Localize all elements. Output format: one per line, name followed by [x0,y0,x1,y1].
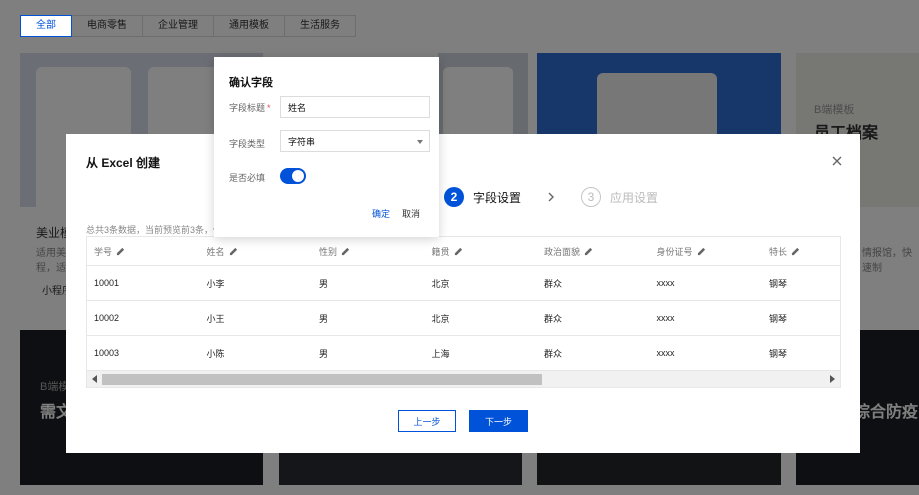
scroll-right-arrow-icon[interactable] [830,375,835,383]
required-label: 是否必填 [229,173,266,183]
field-type-value: 字符串 [288,136,316,147]
edit-icon[interactable] [584,247,593,256]
column-header[interactable]: 特长 [762,237,840,265]
table-cell: 群众 [544,278,563,289]
table-row: 10001 小李 男 北京 群众 xxxx 钢琴 [87,266,840,301]
stepper: 2 字段设置 3 应用设置 [444,186,658,208]
table-cell: 10002 [94,313,120,323]
edit-icon[interactable] [791,247,800,256]
table-cell: 10001 [94,278,120,288]
cancel-link[interactable]: 取消 [402,207,420,220]
edit-icon[interactable] [229,247,238,256]
column-header[interactable]: 学号 [87,237,200,265]
step-3-number: 3 [581,187,602,207]
table-cell: 10003 [94,348,120,358]
table-cell: 男 [319,313,329,324]
column-header[interactable]: 性别 [312,237,425,265]
field-type-select[interactable]: 字符串 [280,130,430,152]
step-3-label: 应用设置 [610,190,659,205]
required-asterisk: * [267,103,271,113]
table-cell: 小李 [206,278,225,289]
confirm-field-popover: 确认字段 字段标题* 字段类型 字符串 是否必填 确定 取消 [214,57,439,237]
horizontal-scrollbar[interactable] [87,371,840,387]
previous-step-button[interactable]: 上一步 [398,410,456,432]
field-title-input[interactable] [280,96,430,118]
toggle-knob [292,170,304,182]
table-cell: 群众 [544,313,563,324]
table-cell: 小王 [206,313,225,324]
edit-icon[interactable] [454,247,463,256]
dialog-title: 从 Excel 创建 [86,156,161,170]
column-header[interactable]: 姓名 [200,237,313,265]
scrollbar-thumb[interactable] [102,374,542,385]
popover-title: 确认字段 [229,77,273,89]
table-cell: 钢琴 [769,278,788,289]
table-cell: 钢琴 [769,348,788,359]
table-cell: 北京 [431,278,450,289]
column-header[interactable]: 政治面貌 [537,237,650,265]
data-summary: 总共3条数据，当前预览前3条，你 [86,225,223,235]
table-cell: xxxx [656,278,675,288]
table-cell: 群众 [544,348,563,359]
tab-all[interactable]: 全部 [20,15,72,37]
table-cell: 钢琴 [769,313,788,324]
table-cell: 男 [319,348,329,359]
edit-icon[interactable] [116,247,125,256]
required-toggle[interactable] [280,168,306,184]
step-2-number: 2 [444,187,464,207]
column-header[interactable]: 籍贯 [425,237,538,265]
chevron-right-icon [548,192,555,202]
table-cell: 北京 [431,313,450,324]
edit-icon[interactable] [697,247,706,256]
field-title-label: 字段标题 * [229,103,271,113]
caret-down-icon [417,140,423,144]
column-header[interactable]: 身份证号 [650,237,763,265]
confirm-link[interactable]: 确定 [372,207,390,220]
step-2-label: 字段设置 [473,190,522,205]
next-step-button[interactable]: 下一步 [469,410,528,432]
preview-table: 学号 姓名 性别 籍贯 政治面貌 身份证号 特长 10001 小李 男 北京 群… [86,236,841,388]
edit-icon[interactable] [341,247,350,256]
table-cell: 小陈 [206,348,225,359]
field-type-label: 字段类型 [229,139,266,149]
scroll-left-arrow-icon[interactable] [92,375,97,383]
table-cell: 男 [319,278,329,289]
table-header-row: 学号 姓名 性别 籍贯 政治面貌 身份证号 特长 [87,237,840,266]
table-cell: xxxx [656,313,675,323]
create-from-excel-dialog: 从 Excel 创建 2 字段设置 3 应用设置 总共3条数据，当前预览前3条，… [66,134,860,453]
table-cell: 上海 [431,348,450,359]
table-row: 10002 小王 男 北京 群众 xxxx 钢琴 [87,301,840,336]
table-row: 10003 小陈 男 上海 群众 xxxx 钢琴 [87,336,840,371]
close-icon[interactable] [830,154,844,168]
table-cell: xxxx [656,348,675,358]
